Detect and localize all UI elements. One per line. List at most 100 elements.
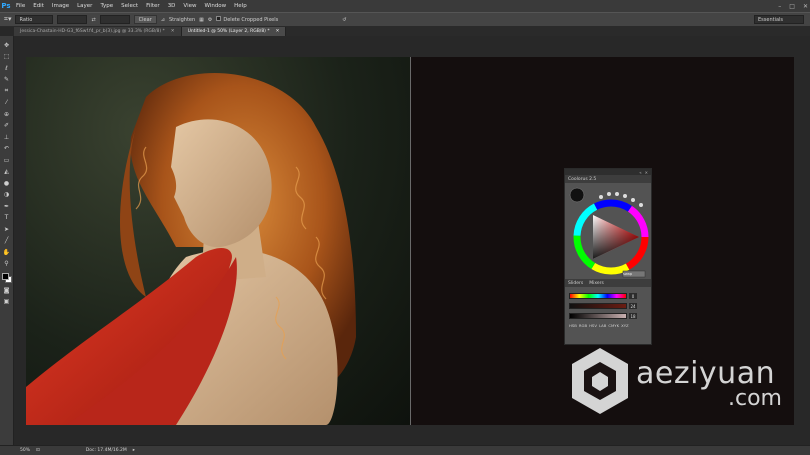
pen-tool-icon[interactable]: ✒ xyxy=(2,201,12,212)
crop-tool-icon[interactable]: ⌗ xyxy=(2,86,12,97)
brightness-slider[interactable] xyxy=(569,313,627,319)
screen-mode-icon[interactable]: ▣ xyxy=(2,297,12,308)
gear-icon[interactable]: ⚙ xyxy=(208,17,212,23)
grid-overlay-icon[interactable]: ▦ xyxy=(199,17,204,23)
watermark-logo-icon xyxy=(572,348,628,414)
height-field[interactable] xyxy=(99,15,130,24)
menu-window[interactable]: Window xyxy=(200,3,230,9)
portrait-photo xyxy=(26,57,410,425)
workspace-label: Essentials xyxy=(758,16,784,23)
tab-label: Jessica-Chastain-HD-G3_f6Swf.f4_pr_b(3).… xyxy=(20,29,165,34)
lasso-tool-icon[interactable]: ℓ xyxy=(2,63,12,74)
hand-tool-icon[interactable]: ✋ xyxy=(2,247,12,258)
status-bar: 50% ⊡ Doc: 17.4M/16.2M ▸ xyxy=(0,445,810,455)
healing-brush-tool-icon[interactable]: ⊕ xyxy=(2,109,12,120)
mode-hsv[interactable]: HSV xyxy=(589,323,597,328)
menu-select[interactable]: Select xyxy=(117,3,142,9)
clone-stamp-tool-icon[interactable]: ⊥ xyxy=(2,132,12,143)
document-tabs: Jessica-Chastain-HD-G3_f6Swf.f4_pr_b(3).… xyxy=(14,27,810,36)
clear-label: Clear xyxy=(138,16,152,23)
marquee-tool-icon[interactable]: ⬚ xyxy=(2,52,12,63)
saturation-slider-row[interactable]: 24 xyxy=(569,303,649,309)
clear-button[interactable]: Clear xyxy=(133,15,157,24)
mode-xyz[interactable]: XYZ xyxy=(621,323,629,328)
path-selection-tool-icon[interactable]: ➤ xyxy=(2,224,12,235)
menu-image[interactable]: Image xyxy=(48,3,73,9)
reset-icon[interactable]: ↺ xyxy=(342,17,346,23)
panel-title: Coolorus 2.5 xyxy=(568,176,597,182)
panel-tab[interactable]: Coolorus 2.5 xyxy=(565,175,651,183)
menu-type[interactable]: Type xyxy=(96,3,117,9)
color-mode-list: HSB RGB HSV LAB CMYK XYZ xyxy=(569,323,629,328)
close-icon[interactable]: ✕ xyxy=(276,29,280,34)
hue-slider-row[interactable]: 0 xyxy=(569,293,649,299)
zoom-tool-icon[interactable]: ⚲ xyxy=(2,259,12,270)
delete-cropped-label: Delete Cropped Pixels xyxy=(223,17,279,23)
ratio-label: Ratio xyxy=(19,16,33,23)
menu-edit[interactable]: Edit xyxy=(29,3,48,9)
play-icon[interactable]: ▸ xyxy=(133,448,135,453)
saturation-value[interactable]: 24 xyxy=(629,303,637,309)
tab-mixers[interactable]: Mixers xyxy=(589,281,604,286)
minimize-button[interactable]: – xyxy=(778,3,781,10)
eraser-tool-icon[interactable]: ▭ xyxy=(2,155,12,166)
mode-lab[interactable]: LAB xyxy=(599,323,606,328)
type-tool-icon[interactable]: T xyxy=(2,213,12,224)
mode-rgb[interactable]: RGB xyxy=(579,323,587,328)
tab-untitled-1[interactable]: Untitled-1 @ 50% (Layer 2, RGB/8) * ✕ xyxy=(181,27,287,36)
menu-bar: Ps File Edit Image Layer Type Select Fil… xyxy=(0,0,810,12)
width-field[interactable] xyxy=(57,15,88,24)
blur-tool-icon[interactable]: ● xyxy=(2,178,12,189)
crop-tool-icon[interactable]: ⌗▾ xyxy=(4,15,11,24)
zoom-level[interactable]: 50% xyxy=(20,448,30,453)
quick-mask-icon[interactable]: ◙ xyxy=(2,285,12,296)
ratio-select[interactable]: Ratio xyxy=(15,15,54,24)
brightness-slider-row[interactable]: 18 xyxy=(569,313,649,319)
brightness-value[interactable]: 18 xyxy=(629,313,637,319)
quick-select-tool-icon[interactable]: ✎ xyxy=(2,75,12,86)
window-controls: – □ ✕ xyxy=(778,0,808,12)
collapse-icon[interactable]: « xyxy=(639,170,641,175)
workspace-select[interactable]: Essentials xyxy=(754,15,804,24)
straighten-icon[interactable]: ⊿ xyxy=(161,17,165,23)
mode-cmyk[interactable]: CMYK xyxy=(608,323,619,328)
menu-help[interactable]: Help xyxy=(230,3,251,9)
hue-slider[interactable] xyxy=(569,293,627,299)
coolorus-panel: « ✕ Coolorus 2.5 swap Sliders Mixers 0 2… xyxy=(564,168,652,345)
delete-cropped-checkbox[interactable]: Delete Cropped Pixels xyxy=(216,16,278,23)
menu-3d[interactable]: 3D xyxy=(164,3,180,9)
paint-bucket-tool-icon[interactable]: ◭ xyxy=(2,167,12,178)
color-wheel[interactable] xyxy=(567,185,651,279)
portrait-image xyxy=(26,73,356,425)
tab-jessica-image[interactable]: Jessica-Chastain-HD-G3_f6Swf.f4_pr_b(3).… xyxy=(14,27,182,36)
swap-button[interactable]: swap xyxy=(623,272,632,276)
close-button[interactable]: ✕ xyxy=(803,3,808,10)
close-icon[interactable]: ✕ xyxy=(171,29,175,34)
menu-filter[interactable]: Filter xyxy=(142,3,164,9)
photoshop-logo: Ps xyxy=(1,2,11,10)
dodge-tool-icon[interactable]: ◑ xyxy=(2,190,12,201)
eyedropper-tool-icon[interactable]: ⁄ xyxy=(2,98,12,109)
foreground-color-swatch[interactable] xyxy=(1,273,9,280)
color-swatches[interactable] xyxy=(1,272,13,284)
mode-hsb[interactable]: HSB xyxy=(569,323,577,328)
close-icon[interactable]: ✕ xyxy=(645,170,648,175)
menu-layer[interactable]: Layer xyxy=(73,3,96,9)
tab-sliders[interactable]: Sliders xyxy=(568,281,583,286)
watermark-domain: .com xyxy=(728,386,782,411)
menu-file[interactable]: File xyxy=(12,3,29,9)
panel-subtabs: Sliders Mixers xyxy=(565,279,651,287)
swap-icon[interactable]: ⇄ xyxy=(91,17,95,23)
move-tool-icon[interactable]: ✥ xyxy=(2,40,12,51)
straighten-label[interactable]: Straighten xyxy=(169,17,195,23)
history-brush-tool-icon[interactable]: ↶ xyxy=(2,144,12,155)
menu-view[interactable]: View xyxy=(179,3,200,9)
doc-size[interactable]: Doc: 17.4M/16.2M xyxy=(86,448,127,453)
hue-value[interactable]: 0 xyxy=(629,293,637,299)
saturation-slider[interactable] xyxy=(569,303,627,309)
options-bar: ⌗▾ Ratio ⇄ Clear ⊿ Straighten ▦ ⚙ Delete… xyxy=(0,12,810,27)
maximize-button[interactable]: □ xyxy=(789,3,795,10)
canvas-divider xyxy=(410,57,411,425)
brush-tool-icon[interactable]: ✐ xyxy=(2,121,12,132)
line-tool-icon[interactable]: ╱ xyxy=(2,236,12,247)
